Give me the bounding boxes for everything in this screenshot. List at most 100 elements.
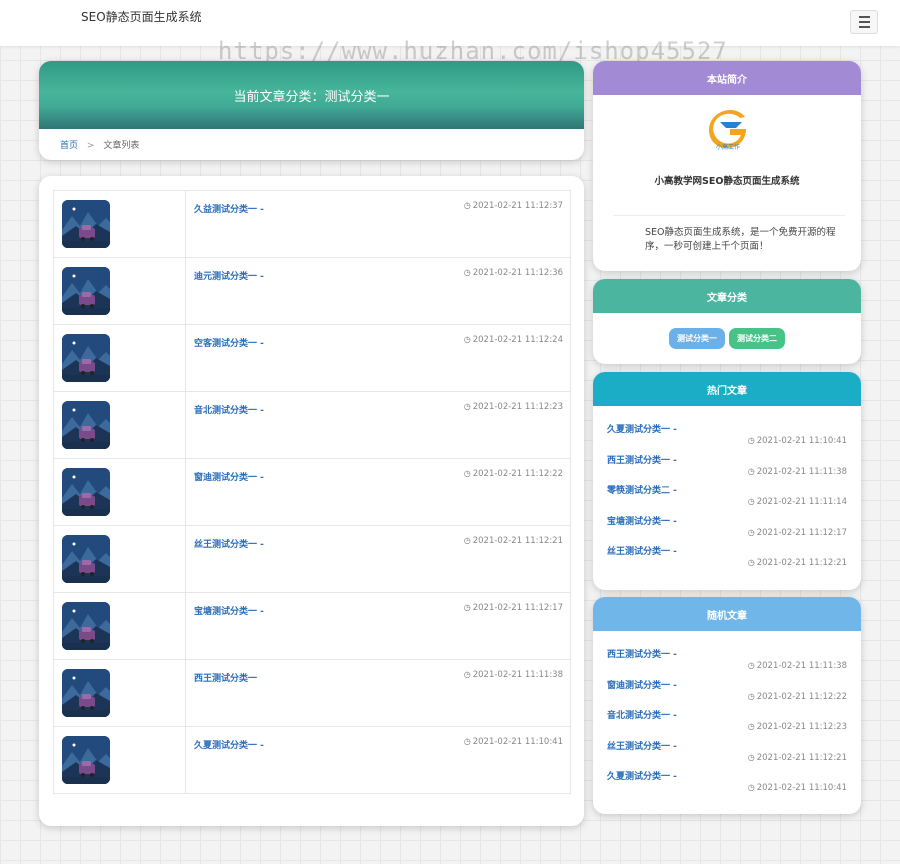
article-date: ◷ 2021-02-21 11:12:23 [464,402,563,412]
article-title-link[interactable]: 西王测试分类一 [194,671,257,684]
article-title-link[interactable]: 音北测试分类一 - [194,403,264,416]
article-thumbnail[interactable] [62,669,110,717]
random-article-date: ◷ 2021-02-21 11:12:22 [748,692,847,702]
article-title-link[interactable]: 空客测试分类一 - [194,336,264,349]
thumbnail-cell [54,727,186,793]
random-article-date: ◷ 2021-02-21 11:11:38 [748,661,847,671]
article-thumbnail[interactable] [62,267,110,315]
menu-toggle-button[interactable] [850,10,878,34]
hot-articles-card: 热门文章 久夏测试分类一 - ◷ 2021-02-21 11:10:41 西王测试分类… [593,372,861,590]
article-thumbnail[interactable] [62,401,110,449]
random-articles-card: 随机文章 西王测试分类一 - ◷ 2021-02-21 11:11:38 窗迪测试分类… [593,597,861,814]
article-list: 久益测试分类一 - ◷ 2021-02-21 11:12:37 迪元测试分类一 - ◷ 2… [53,190,571,794]
hot-article-item[interactable]: 宝塘测试分类一 - ◷ 2021-02-21 11:12:17 [607,514,847,545]
hot-article-date: ◷ 2021-02-21 11:11:38 [748,467,847,477]
article-thumbnail[interactable] [62,535,110,583]
random-article-title[interactable]: 久夏测试分类一 - [607,769,677,782]
clock-icon: ◷ [747,466,755,476]
random-article-date: ◷ 2021-02-21 11:12:21 [748,753,847,763]
top-navbar: SEO静态页面生成系统 [0,0,900,46]
random-article-item[interactable]: 音北测试分类一 - ◷ 2021-02-21 11:12:23 [607,708,847,739]
page-title: 当前文章分类：测试分类一 [233,89,390,105]
hot-article-date-text: 2021-02-21 11:11:38 [756,466,847,477]
site-description: SEO静态页面生成系统，是一个免费开源的程序，一秒可创建上千个页面！ [645,227,836,252]
hot-articles-heading: 热门文章 [593,372,861,406]
site-title[interactable]: SEO静态页面生成系统 [81,8,202,25]
article-date: ◷ 2021-02-21 11:12:22 [464,469,563,479]
random-article-date: ◷ 2021-02-21 11:10:41 [748,783,847,793]
article-date: ◷ 2021-02-21 11:12:36 [464,268,563,278]
article-title-link[interactable]: 宝塘测试分类一 - [194,604,264,617]
article-row[interactable]: 空客测试分类一 - ◷ 2021-02-21 11:12:24 [54,325,570,392]
article-list-card: 久益测试分类一 - ◷ 2021-02-21 11:12:37 迪元测试分类一 - ◷ 2… [39,176,584,826]
category-tag-1[interactable]: 测试分类一 [669,328,725,349]
article-title-link[interactable]: 久益测试分类一 - [194,202,264,215]
article-row[interactable]: 丝王测试分类一 - ◷ 2021-02-21 11:12:21 [54,526,570,593]
hot-article-title[interactable]: 零筷测试分类二 - [607,483,677,496]
clock-icon: ◷ [463,402,471,411]
random-article-title[interactable]: 窗迪测试分类一 - [607,678,677,691]
clock-icon: ◷ [463,335,471,344]
site-intro-heading: 本站简介 [593,61,861,95]
hamburger-icon [858,15,870,30]
article-date-text: 2021-02-21 11:10:41 [472,737,563,747]
thumbnail-cell [54,459,186,525]
clock-icon: ◷ [463,268,471,277]
hot-article-title[interactable]: 丝王测试分类一 - [607,544,677,557]
category-tag-2[interactable]: 测试分类二 [729,328,785,349]
breadcrumb-home-link[interactable]: 首页 [60,141,78,151]
random-article-item[interactable]: 西王测试分类一 - ◷ 2021-02-21 11:11:38 [607,647,847,678]
random-articles-list: 西王测试分类一 - ◷ 2021-02-21 11:11:38 窗迪测试分类一 - ◷ 2… [607,647,847,800]
article-date-text: 2021-02-21 11:12:23 [472,402,563,412]
hot-article-date-text: 2021-02-21 11:12:17 [756,527,847,538]
hot-article-item[interactable]: 丝王测试分类一 - ◷ 2021-02-21 11:12:21 [607,544,847,575]
breadcrumb: 首页 > 文章列表 [39,129,584,151]
thumbnail-cell [54,325,186,391]
random-article-item[interactable]: 丝王测试分类一 - ◷ 2021-02-21 11:12:21 [607,739,847,770]
hot-article-item[interactable]: 零筷测试分类二 - ◷ 2021-02-21 11:11:14 [607,483,847,514]
clock-icon: ◷ [747,527,755,537]
article-title-link[interactable]: 久夏测试分类一 - [194,738,264,751]
clock-icon: ◷ [747,661,755,670]
article-thumbnail[interactable] [62,602,110,650]
article-row[interactable]: 宝塘测试分类一 - ◷ 2021-02-21 11:12:17 [54,593,570,660]
random-article-title[interactable]: 音北测试分类一 - [607,708,677,721]
article-thumbnail[interactable] [62,200,110,248]
article-title-link[interactable]: 丝王测试分类一 - [194,537,264,550]
thumbnail-cell [54,258,186,324]
hot-article-date-text: 2021-02-21 11:12:21 [756,558,847,569]
article-thumbnail[interactable] [62,334,110,382]
hot-article-item[interactable]: 西王测试分类一 - ◷ 2021-02-21 11:11:38 [607,453,847,484]
article-row[interactable]: 西王测试分类一 ◷ 2021-02-21 11:11:38 [54,660,570,727]
hot-articles-list: 久夏测试分类一 - ◷ 2021-02-21 11:10:41 西王测试分类一 - ◷ 2… [607,422,847,575]
clock-icon: ◷ [747,558,755,568]
logo-text: 小高工作 [716,143,740,151]
category-tags: 测试分类一 测试分类二 [593,328,861,349]
article-title-link[interactable]: 窗迪测试分类一 - [194,470,264,483]
hot-article-title[interactable]: 宝塘测试分类一 - [607,514,677,527]
article-row[interactable]: 迪元测试分类一 - ◷ 2021-02-21 11:12:36 [54,258,570,325]
random-article-item[interactable]: 久夏测试分类一 - ◷ 2021-02-21 11:10:41 [607,769,847,800]
thumbnail-cell [54,392,186,458]
random-article-title[interactable]: 西王测试分类一 - [607,647,677,660]
hot-article-item[interactable]: 久夏测试分类一 - ◷ 2021-02-21 11:10:41 [607,422,847,453]
random-article-item[interactable]: 窗迪测试分类一 - ◷ 2021-02-21 11:12:22 [607,678,847,709]
clock-icon: ◷ [463,201,471,210]
clock-icon: ◷ [747,436,755,445]
aurora-banner: 当前文章分类：测试分类一 [39,61,584,129]
article-row[interactable]: 窗迪测试分类一 - ◷ 2021-02-21 11:12:22 [54,459,570,526]
random-article-title[interactable]: 丝王测试分类一 - [607,739,677,752]
article-thumbnail[interactable] [62,736,110,784]
hot-article-title[interactable]: 久夏测试分类一 - [607,422,677,435]
random-article-date-text: 2021-02-21 11:12:22 [756,691,847,702]
hot-article-title[interactable]: 西王测试分类一 - [607,453,677,466]
article-row[interactable]: 音北测试分类一 - ◷ 2021-02-21 11:12:23 [54,392,570,459]
divider [613,215,845,216]
article-row[interactable]: 久益测试分类一 - ◷ 2021-02-21 11:12:37 [54,191,570,258]
random-article-date-text: 2021-02-21 11:10:41 [756,783,847,794]
article-title-link[interactable]: 迪元测试分类一 - [194,269,264,282]
article-thumbnail[interactable] [62,468,110,516]
article-date-text: 2021-02-21 11:12:37 [472,201,563,211]
article-date-text: 2021-02-21 11:12:17 [472,603,563,613]
article-row[interactable]: 久夏测试分类一 - ◷ 2021-02-21 11:10:41 [54,727,570,793]
